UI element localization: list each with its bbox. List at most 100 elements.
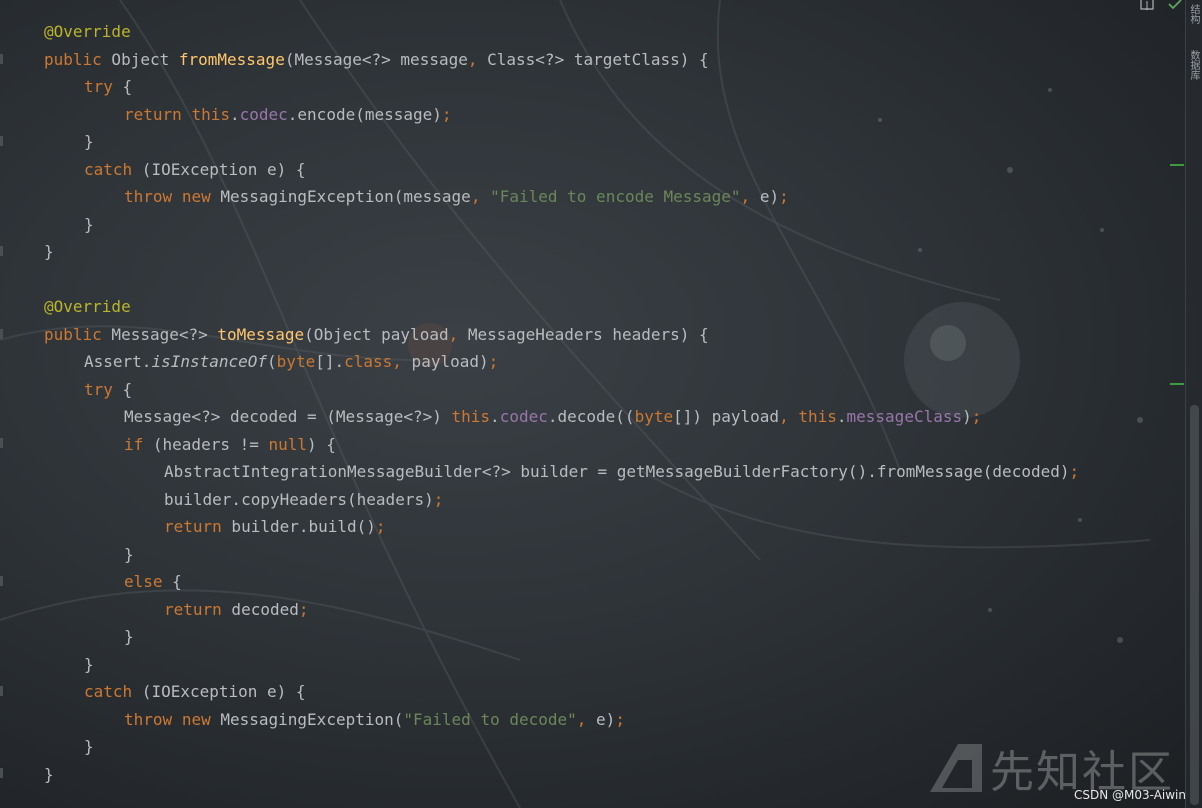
scrollbar-thumb[interactable]	[1190, 405, 1199, 805]
code-token: codec	[499, 407, 548, 426]
code-line[interactable]: throw new MessagingException(message, "F…	[44, 183, 1079, 211]
code-token: (Object payload	[304, 324, 449, 344]
code-token: Class<?> targetClass) {	[477, 49, 709, 69]
code-token: codec	[239, 104, 288, 124]
code-line[interactable]: AbstractIntegrationMessageBuilder<?> bui…	[44, 458, 1079, 486]
code-token: AbstractIntegrationMessageBuilder<?> bui…	[164, 462, 1070, 481]
code-token: ,	[470, 187, 481, 206]
code-token: "Failed to encode Message"	[490, 187, 741, 206]
code-token: {	[112, 77, 133, 96]
code-line[interactable]: }	[44, 128, 1079, 156]
code-token: this	[798, 407, 837, 426]
code-token: (Message<?> message	[284, 49, 468, 69]
code-line[interactable]: if (headers != null) {	[44, 431, 1079, 459]
code-token: }	[124, 627, 134, 646]
code-line[interactable]: return decoded;	[44, 596, 1079, 624]
change-marker	[1170, 383, 1184, 385]
change-marker	[1170, 164, 1184, 166]
code-token: "Failed to decode"	[403, 709, 577, 729]
inspection-ok-icon[interactable]	[1168, 0, 1182, 10]
code-token: throw	[124, 187, 173, 206]
watermark-logo-icon	[930, 744, 982, 792]
code-line[interactable]: builder.copyHeaders(headers);	[44, 486, 1079, 514]
code-content[interactable]: @Override public Object fromMessage(Messa…	[44, 18, 1079, 788]
code-token: {	[112, 379, 133, 399]
code-token: new	[181, 187, 211, 206]
code-line[interactable]: }	[44, 238, 1079, 266]
code-token: e)	[586, 709, 616, 729]
code-line[interactable]: @Override	[44, 18, 1079, 46]
code-token: ,	[779, 407, 789, 426]
code-token: ;	[615, 709, 625, 729]
code-line[interactable]: else {	[44, 568, 1079, 596]
code-token: new	[181, 709, 211, 729]
code-line[interactable]: Message<?> decoded = (Message<?>) this. c…	[44, 403, 1079, 431]
code-line[interactable]: try {	[44, 376, 1079, 404]
code-token: (headers !=	[143, 434, 269, 454]
code-token: return	[124, 104, 182, 124]
code-line[interactable]: catch (IOException e) {	[44, 678, 1079, 706]
code-line[interactable]: Assert.isInstanceOf(byte[].class, payloa…	[44, 348, 1079, 376]
code-token: catch	[84, 159, 133, 179]
code-token: builder.build()	[221, 517, 376, 536]
code-token: @Override	[44, 297, 131, 316]
code-token: (IOException e) {	[132, 159, 306, 179]
code-token: Assert.	[84, 352, 152, 371]
code-token: Message<?>	[101, 324, 218, 344]
code-token: null	[268, 434, 308, 454]
code-token: this	[191, 104, 230, 124]
code-token: isInstanceOf	[151, 352, 268, 371]
code-token: .decode((	[547, 407, 635, 426]
code-token: byte	[276, 352, 316, 371]
code-line[interactable]: }	[44, 651, 1079, 679]
code-token: ,	[740, 187, 751, 206]
code-line[interactable]: @Override	[44, 293, 1079, 321]
code-line[interactable]: }	[44, 541, 1079, 569]
tab-structure[interactable]: 结构	[1188, 4, 1201, 24]
code-token: ;	[488, 352, 499, 371]
code-token: ;	[375, 517, 386, 536]
code-token: (IOException e) {	[132, 682, 306, 701]
code-token: public	[44, 49, 102, 69]
code-token: return	[164, 599, 222, 619]
code-line[interactable]: catch (IOException e) {	[44, 156, 1079, 184]
code-token: fromMessage	[178, 49, 285, 69]
code-token: decoded	[221, 599, 299, 619]
code-token: try	[84, 379, 113, 399]
code-token: try	[84, 77, 113, 96]
code-line[interactable]: throw new MessagingException("Failed to …	[44, 706, 1079, 734]
code-token: if	[124, 434, 144, 454]
code-line[interactable]	[44, 266, 1079, 294]
credit-text: CSDN @M03-Aiwin	[1073, 788, 1186, 802]
code-editor[interactable]: @Override public Object fromMessage(Messa…	[0, 0, 1186, 808]
code-line[interactable]: return this.codec.encode(message);	[44, 101, 1079, 129]
code-line[interactable]: }	[44, 623, 1079, 651]
code-token: }	[124, 544, 134, 564]
code-token: .	[836, 407, 847, 426]
code-token: }	[84, 132, 94, 151]
code-token: (	[267, 352, 277, 371]
tab-database[interactable]: 数据库	[1188, 50, 1201, 80]
code-line[interactable]: }	[44, 733, 1079, 761]
code-line[interactable]: try {	[44, 73, 1079, 101]
code-token: )	[962, 407, 972, 426]
code-token: throw	[124, 709, 173, 729]
code-line[interactable]: public Message<?> toMessage(Object paylo…	[44, 321, 1079, 349]
code-token: ) {	[307, 434, 336, 454]
code-line[interactable]: }	[44, 211, 1079, 239]
code-line[interactable]: return builder.build();	[44, 513, 1079, 541]
code-token: {	[162, 572, 182, 591]
code-token: Message<?> decoded = (Message<?>)	[124, 407, 452, 426]
code-token: toMessage	[217, 324, 305, 344]
code-line[interactable]: public Object fromMessage(Message<?> mes…	[44, 46, 1079, 74]
code-token: }	[84, 214, 94, 234]
code-token: ;	[1069, 462, 1080, 481]
reader-mode-icon[interactable]	[1140, 0, 1154, 10]
code-token: ,	[576, 709, 587, 729]
code-line[interactable]: }	[44, 761, 1079, 789]
code-token: ;	[779, 187, 789, 206]
